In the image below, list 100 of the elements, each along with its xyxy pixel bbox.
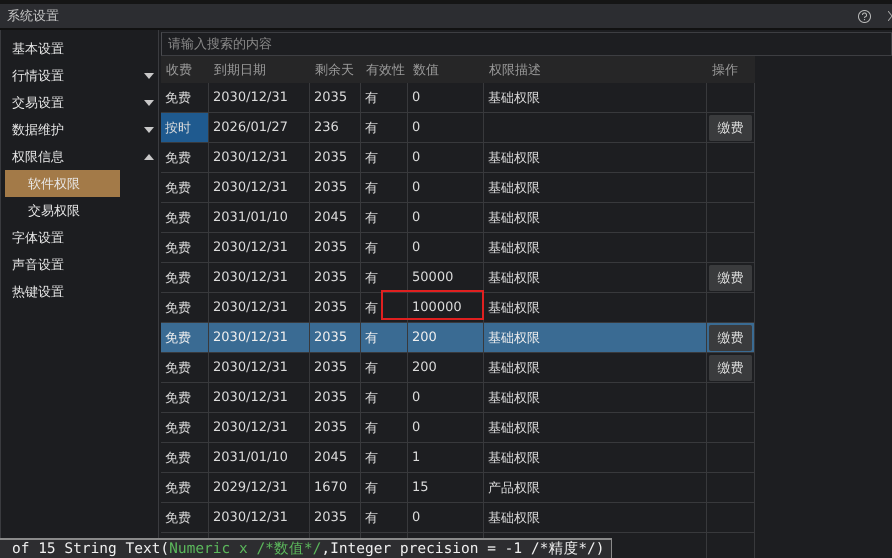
table-cell: 2030/12/31	[213, 420, 288, 435]
table-cell-text: 基础权限	[488, 150, 540, 166]
table-cell-text: 免费	[165, 360, 191, 376]
table-cell-text: 基础权限	[488, 360, 540, 376]
column-header: 剩余天	[314, 62, 355, 78]
sidebar-item[interactable]: 数据维护	[12, 120, 144, 138]
table-cell: 2030/12/31	[213, 510, 288, 525]
table-cell: 2045	[314, 450, 348, 465]
table-cell-text: 基础权限	[488, 450, 540, 466]
column-header: 有效性	[365, 62, 406, 78]
table-cell: 2030/12/31	[213, 90, 288, 105]
table-cell-text: 免费	[165, 240, 191, 256]
table-cell: 2030/12/31	[213, 180, 288, 195]
column-header: 到期日期	[213, 62, 267, 78]
table-cell: 15	[412, 480, 429, 495]
table-cell-text: 有	[365, 480, 378, 496]
sidebar-item[interactable]: 行情设置	[12, 66, 144, 84]
table-cell-text: 基础权限	[488, 390, 540, 406]
expand-icon[interactable]	[144, 100, 154, 106]
sidebar-item[interactable]: 交易设置	[12, 94, 144, 112]
table-cell: 0	[412, 240, 420, 255]
table-cell: 2030/12/31	[213, 270, 288, 285]
table-cell-text: 有	[365, 90, 378, 106]
table-cell-text: 免费	[165, 150, 191, 166]
table-cell-text: 免费	[165, 480, 191, 496]
table-cell-text: 有	[365, 330, 378, 346]
table-cell-text: 基础权限	[488, 240, 540, 256]
table-cell-text: 有	[365, 390, 378, 406]
table-cell: 200	[412, 360, 437, 375]
table-cell: 2035	[314, 390, 348, 405]
table-cell: 236	[314, 120, 339, 135]
table-cell: 100000	[412, 300, 462, 315]
sidebar-subitem[interactable]: 交易权限	[5, 197, 120, 224]
table-cell-text: 基础权限	[488, 270, 540, 286]
table-cell: 1670	[314, 480, 348, 495]
sidebar-item[interactable]: 热键设置	[12, 282, 158, 300]
table-cell: 2035	[314, 240, 348, 255]
table-cell-text: 有	[365, 420, 378, 436]
table-cell-text: 免费	[165, 450, 191, 466]
table-cell: 2035	[314, 180, 348, 195]
table-cell: 0	[412, 150, 420, 165]
table-cell-text: 有	[365, 120, 378, 136]
table-cell-text: 免费	[165, 90, 191, 106]
table-cell: 2035	[314, 510, 348, 525]
table-cell: 0	[412, 510, 420, 525]
table-cell: 2035	[314, 90, 348, 105]
pay-button[interactable]: 缴费	[709, 324, 752, 350]
table-cell: 2030/12/31	[213, 150, 288, 165]
table-cell: 0	[412, 390, 420, 405]
table-cell-text: 有	[365, 510, 378, 526]
table-cell-text: 免费	[165, 510, 191, 526]
table-cell: 2030/12/31	[213, 330, 288, 345]
pay-button[interactable]: 缴费	[709, 264, 752, 290]
table-cell-text: 有	[365, 240, 378, 256]
sidebar-item[interactable]: 基本设置	[12, 40, 158, 58]
table-cell: 2035	[314, 360, 348, 375]
table-cell: 2035	[314, 300, 348, 315]
table-cell-text: 基础权限	[488, 210, 540, 226]
sidebar-item[interactable]: 字体设置	[12, 228, 158, 246]
table-cell-text: 有	[365, 300, 378, 316]
table-cell: 2035	[314, 270, 348, 285]
pay-button[interactable]: 缴费	[709, 114, 752, 140]
table-cell: 0	[412, 420, 420, 435]
table-cell: 2030/12/31	[213, 300, 288, 315]
window-title: 系统设置	[7, 8, 60, 25]
table-cell: 2035	[314, 330, 348, 345]
table-cell-text: 免费	[165, 210, 191, 226]
column-header: 收费	[165, 62, 193, 78]
selected-row[interactable]: 免费 2030/12/31 2035 有 200 基础权限 缴费	[161, 323, 755, 353]
help-icon[interactable]	[858, 10, 871, 22]
table-cell-text: 有	[365, 270, 378, 286]
collapse-icon[interactable]	[144, 154, 154, 160]
table-cell: 2030/12/31	[213, 360, 288, 375]
sidebar-item[interactable]: 声音设置	[12, 256, 158, 274]
table-cell-text: 基础权限	[488, 420, 540, 436]
column-header: 权限描述	[488, 62, 542, 78]
table-cell-text: 有	[365, 180, 378, 196]
pay-button[interactable]: 缴费	[709, 354, 752, 380]
table-cell-text: 免费	[165, 180, 191, 196]
table-cell-text: 基础权限	[488, 510, 540, 526]
table-cell: 0	[412, 90, 420, 105]
table-cell-text: 基础权限	[488, 330, 540, 346]
expand-icon[interactable]	[144, 72, 154, 78]
table-cell: 2029/12/31	[213, 480, 288, 495]
column-header: 数值	[412, 62, 440, 78]
table-cell: 0	[412, 210, 420, 225]
table-cell-text: 基础权限	[488, 180, 540, 196]
table-cell: 200	[412, 330, 437, 345]
table-cell-text: 免费	[165, 390, 191, 406]
table-cell-text: 免费	[165, 270, 191, 286]
table-cell-text: 免费	[165, 420, 191, 436]
column-header: 操作	[711, 62, 739, 78]
table-cell-text: 免费	[165, 330, 191, 346]
sidebar-item[interactable]: 权限信息	[12, 148, 144, 166]
expand-icon[interactable]	[144, 126, 154, 132]
table-cell-text: 有	[365, 150, 378, 166]
search-field[interactable]: 请输入搜索的内容	[161, 32, 892, 56]
focused-cell[interactable]: 按时	[161, 113, 209, 142]
table-cell: 2035	[314, 150, 348, 165]
table-cell-text: 产品权限	[488, 480, 540, 496]
